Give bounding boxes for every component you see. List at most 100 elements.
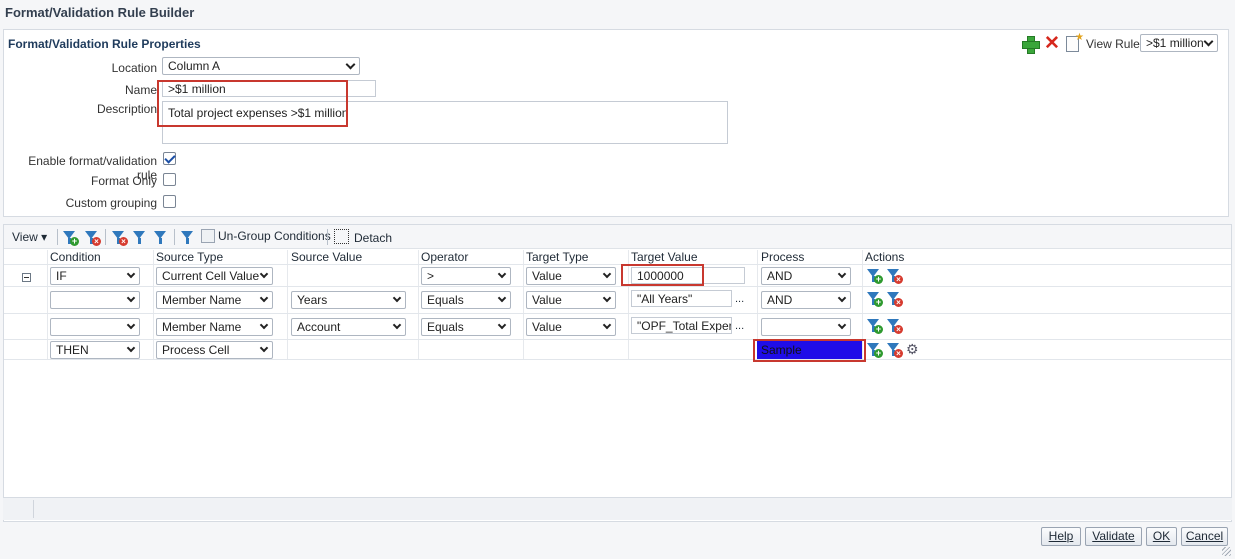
chevron-down-icon — [259, 269, 269, 279]
add-condition-icon[interactable]: + — [866, 341, 883, 358]
table-row: IF Current Cell Value > Value 1000000 AN… — [4, 264, 1231, 286]
source-type-value: Member Name — [162, 293, 242, 307]
chevron-down-icon — [392, 320, 402, 330]
grid-toolbar: View ▾ + × × Un-Group Conditions Detach — [4, 225, 1231, 249]
operator-select[interactable]: Equals — [421, 291, 511, 309]
condition-select[interactable] — [50, 318, 140, 336]
add-condition-icon[interactable]: + — [866, 267, 883, 284]
chevron-down-icon — [126, 293, 136, 303]
col-actions: Actions — [865, 250, 905, 264]
chevron-down-icon — [602, 320, 612, 330]
target-value-field[interactable]: "OPF_Total Expense — [631, 317, 732, 334]
col-source-value: Source Value — [291, 250, 363, 264]
cancel-button[interactable]: Cancel — [1181, 527, 1228, 546]
add-condition-icon[interactable]: + — [866, 317, 883, 334]
grid-footer-bar — [3, 497, 1232, 520]
operator-select[interactable]: > — [421, 267, 511, 285]
delete-condition-icon[interactable]: × — [886, 341, 903, 358]
delete-condition-icon[interactable]: × — [886, 267, 903, 284]
conditions-grid: View ▾ + × × Un-Group Conditions Detach … — [3, 224, 1232, 522]
toolbar-divider — [327, 229, 328, 245]
name-label: Name — [124, 83, 157, 97]
help-button[interactable]: Help — [1041, 527, 1081, 546]
source-value-select[interactable]: Years — [291, 291, 406, 309]
target-type-select[interactable]: Value — [526, 267, 616, 285]
source-type-select[interactable]: Member Name — [156, 318, 273, 336]
page-title: Format/Validation Rule Builder — [5, 5, 195, 20]
chevron-down-icon — [497, 320, 507, 330]
format-only-checkbox[interactable] — [163, 173, 176, 186]
delete-condition-icon[interactable]: × — [84, 229, 101, 246]
col-source-type: Source Type — [156, 250, 224, 264]
condition-select[interactable] — [50, 291, 140, 309]
location-select[interactable]: Column A — [162, 57, 360, 75]
chevron-down-icon — [837, 269, 847, 279]
chevron-down-icon — [392, 293, 402, 303]
target-value-lookup[interactable]: ... — [735, 293, 744, 305]
delete-condition-icon[interactable]: × — [886, 317, 903, 334]
target-type-value: Value — [532, 320, 562, 334]
ungroup-conditions-button[interactable]: Un-Group Conditions — [218, 229, 331, 243]
source-value-select[interactable]: Account — [291, 318, 406, 336]
toolbar-divider — [105, 229, 106, 245]
source-value-value: Years — [297, 293, 328, 307]
apply-filter-icon[interactable] — [153, 229, 169, 245]
process-select[interactable]: AND — [761, 291, 851, 309]
chevron-down-icon — [345, 59, 356, 70]
source-type-select[interactable]: Member Name — [156, 291, 273, 309]
target-type-select[interactable]: Value — [526, 318, 616, 336]
detach-button[interactable]: Detach — [354, 231, 392, 245]
col-process: Process — [761, 250, 805, 264]
target-value-lookup[interactable]: ... — [735, 320, 744, 332]
collapse-icon[interactable] — [22, 273, 31, 282]
validate-button[interactable]: Validate — [1085, 527, 1142, 546]
operator-select[interactable]: Equals — [421, 318, 511, 336]
view-rule-value: >$1 million — [1146, 36, 1204, 50]
chevron-down-icon — [126, 343, 136, 353]
custom-grouping-checkbox[interactable] — [163, 195, 176, 208]
group-conditions-icon[interactable] — [180, 229, 196, 245]
source-type-select[interactable]: Current Cell Value — [156, 267, 273, 285]
add-condition-icon[interactable]: + — [62, 229, 79, 246]
source-value-value: Account — [297, 320, 341, 334]
operator-value: > — [427, 269, 435, 283]
edit-filter-icon[interactable] — [132, 229, 148, 245]
resize-grip-icon[interactable] — [1222, 547, 1231, 556]
chevron-down-icon — [497, 269, 507, 279]
source-type-value: Member Name — [162, 320, 242, 334]
add-rule-icon[interactable] — [1021, 35, 1040, 54]
ok-button[interactable]: OK — [1146, 527, 1177, 546]
view-rule-select[interactable]: >$1 million — [1140, 34, 1218, 52]
source-type-select[interactable]: Process Cell — [156, 341, 273, 359]
broken-image-icon — [201, 229, 215, 243]
format-settings-icon[interactable]: ⚙ — [906, 341, 922, 357]
col-condition: Condition — [50, 250, 101, 264]
condition-select[interactable]: IF — [50, 267, 140, 285]
location-value: Column A — [168, 59, 221, 73]
chevron-down-icon — [497, 293, 507, 303]
grid-header: Condition Source Type Source Value Opera… — [4, 250, 1231, 264]
clear-filter-icon[interactable]: × — [111, 229, 128, 246]
condition-select[interactable]: THEN — [50, 341, 140, 359]
delete-rule-icon[interactable]: ✕ — [1043, 34, 1061, 53]
table-row: Member Name Years Equals Value "All Year… — [4, 286, 1231, 313]
process-select[interactable]: AND — [761, 267, 851, 285]
col-operator: Operator — [421, 250, 469, 264]
add-condition-icon[interactable]: + — [866, 290, 883, 307]
location-label: Location — [111, 61, 157, 75]
chevron-down-icon — [602, 269, 612, 279]
target-type-select[interactable]: Value — [526, 291, 616, 309]
delete-condition-icon[interactable]: × — [886, 290, 903, 307]
chevron-down-icon — [259, 320, 269, 330]
table-row: Member Name Account Equals Value "OPF_To… — [4, 313, 1231, 339]
enable-rule-checkbox[interactable] — [163, 152, 176, 165]
detach-icon[interactable] — [334, 229, 349, 244]
target-value-field[interactable]: "All Years" — [631, 290, 732, 307]
chevron-down-icon — [602, 293, 612, 303]
highlight-box — [621, 264, 704, 286]
view-menu[interactable]: View ▾ — [12, 230, 47, 244]
process-select[interactable] — [761, 318, 851, 336]
rule-properties-panel: Format/Validation Rule Properties Locati… — [3, 29, 1229, 217]
process-value: AND — [767, 269, 793, 283]
new-document-icon[interactable] — [1066, 32, 1084, 52]
